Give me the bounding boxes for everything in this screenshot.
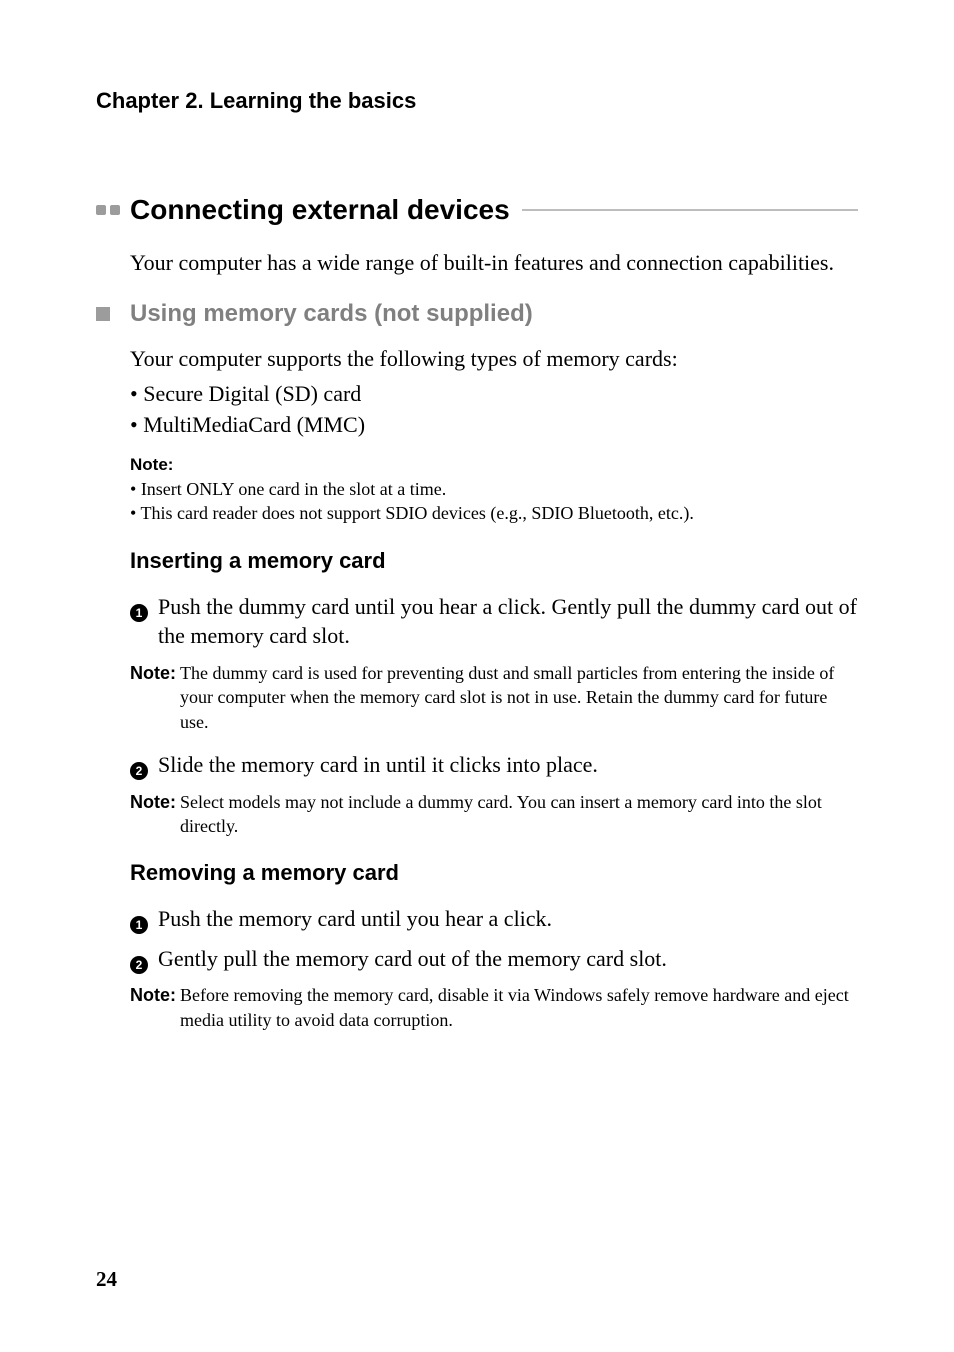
step-text: Slide the memory card in until it clicks…: [158, 750, 858, 780]
inserting-heading: Inserting a memory card: [130, 548, 858, 574]
note-label: Note:: [130, 455, 858, 475]
step-number-icon: 2: [130, 944, 158, 974]
section-title: Connecting external devices: [130, 194, 510, 226]
inline-note: Note: Before removing the memory card, d…: [130, 983, 858, 1032]
section-intro: Your computer has a wide range of built-…: [130, 248, 858, 278]
step-text: Push the memory card until you hear a cl…: [158, 904, 858, 934]
step-text: Push the dummy card until you hear a cli…: [158, 592, 858, 651]
circled-number-icon: 2: [130, 762, 148, 780]
page-container: Chapter 2. Learning the basics Connectin…: [0, 0, 954, 1352]
chapter-header: Chapter 2. Learning the basics: [96, 88, 858, 114]
circled-number-icon: 2: [130, 956, 148, 974]
removing-heading: Removing a memory card: [130, 860, 858, 886]
memory-card-list: Secure Digital (SD) card MultiMediaCard …: [130, 379, 858, 441]
square-icon: [110, 205, 120, 215]
step-row: 2 Gently pull the memory card out of the…: [130, 944, 858, 974]
square-icon: [96, 307, 110, 321]
subsection-heading-row: Using memory cards (not supplied): [96, 300, 858, 328]
note-text: Before removing the memory card, disable…: [180, 983, 858, 1032]
step-number-icon: 1: [130, 904, 158, 934]
step-row: 1 Push the dummy card until you hear a c…: [130, 592, 858, 651]
square-icon: [96, 205, 106, 215]
note-label: Note:: [130, 661, 180, 734]
list-item: This card reader does not support SDIO d…: [130, 501, 858, 525]
section-rule-line: [522, 209, 858, 211]
note-block: Note: Insert ONLY one card in the slot a…: [130, 455, 858, 526]
list-item: MultiMediaCard (MMC): [130, 410, 858, 441]
section-heading-row: Connecting external devices: [96, 194, 858, 226]
step-text: Gently pull the memory card out of the m…: [158, 944, 858, 974]
memory-intro-text: Your computer supports the following typ…: [130, 344, 858, 374]
page-number: 24: [96, 1267, 117, 1292]
circled-number-icon: 1: [130, 604, 148, 622]
inline-note: Note: Select models may not include a du…: [130, 790, 858, 839]
step-row: 1 Push the memory card until you hear a …: [130, 904, 858, 934]
list-item: Secure Digital (SD) card: [130, 379, 858, 410]
note-label: Note:: [130, 983, 180, 1032]
step-row: 2 Slide the memory card in until it clic…: [130, 750, 858, 780]
inline-note: Note: The dummy card is used for prevent…: [130, 661, 858, 734]
circled-number-icon: 1: [130, 916, 148, 934]
note-text: Select models may not include a dummy ca…: [180, 790, 858, 839]
note-label: Note:: [130, 790, 180, 839]
step-number-icon: 1: [130, 592, 158, 651]
list-item: Insert ONLY one card in the slot at a ti…: [130, 477, 858, 501]
section-bullets-icon: [96, 205, 120, 215]
note-text: The dummy card is used for preventing du…: [180, 661, 858, 734]
subsection-title: Using memory cards (not supplied): [130, 300, 533, 328]
note-list: Insert ONLY one card in the slot at a ti…: [130, 477, 858, 526]
step-number-icon: 2: [130, 750, 158, 780]
